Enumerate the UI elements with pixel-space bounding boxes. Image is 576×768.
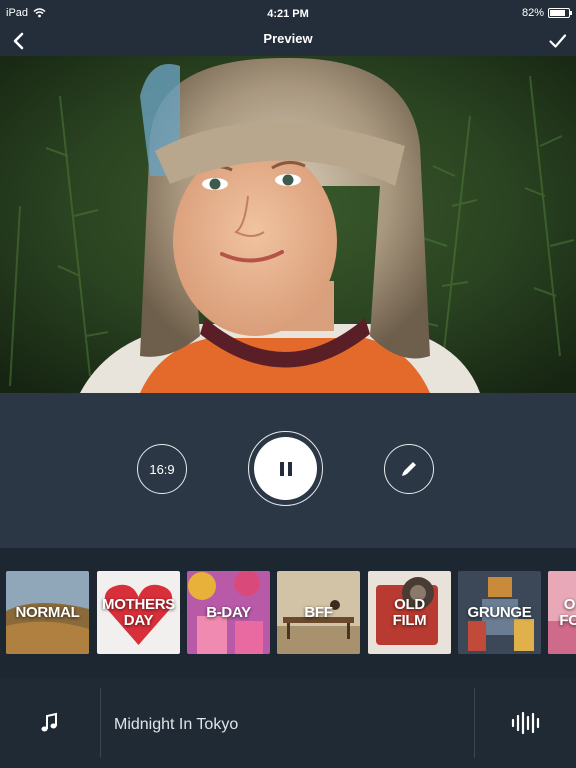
- pause-button-face: [254, 437, 317, 500]
- status-right: 82%: [521, 7, 572, 19]
- theme-old-film[interactable]: OLD FILM: [368, 571, 451, 654]
- nav-bar: Preview: [0, 26, 576, 56]
- video-preview[interactable]: [0, 56, 576, 393]
- theme-label-line: OLD: [394, 595, 425, 613]
- status-time: 4:21 PM: [267, 8, 309, 20]
- checkmark-icon: [549, 34, 567, 48]
- done-button[interactable]: [548, 31, 568, 51]
- theme-label-line: FO: [559, 611, 576, 629]
- music-button[interactable]: [0, 678, 100, 768]
- page-title: Preview: [263, 31, 313, 46]
- theme-label: MOTHERS DAY: [102, 595, 175, 629]
- theme-partial[interactable]: O FO: [548, 571, 576, 654]
- theme-label: BFF: [304, 603, 333, 621]
- track-title[interactable]: Midnight In Tokyo: [114, 716, 238, 734]
- theme-b-day[interactable]: B-DAY: [187, 571, 270, 654]
- theme-strip[interactable]: NORMAL MOTHERS DAY B-DAY BFF OLD FILM GR…: [0, 548, 576, 678]
- theme-bff[interactable]: BFF: [277, 571, 360, 654]
- pause-button[interactable]: [248, 431, 323, 506]
- pencil-icon: [402, 462, 416, 476]
- theme-label: B-DAY: [206, 603, 251, 621]
- music-bar: Midnight In Tokyo: [0, 678, 576, 768]
- aspect-ratio-button[interactable]: 16:9: [137, 444, 187, 494]
- edit-button[interactable]: [384, 444, 434, 494]
- waveform-icon: [511, 711, 539, 735]
- theme-grunge[interactable]: GRUNGE: [458, 571, 541, 654]
- player-controls: 16:9: [0, 393, 576, 548]
- battery-icon: [548, 8, 572, 18]
- theme-label: NORMAL: [15, 603, 80, 621]
- theme-label: OLD FILM: [392, 595, 427, 629]
- theme-label-line: O: [563, 595, 576, 613]
- aspect-ratio-label: 16:9: [149, 461, 175, 477]
- preview-image: [0, 56, 576, 393]
- status-bar: iPad 4:21 PM 82%: [0, 0, 576, 26]
- theme-mothers-day[interactable]: MOTHERS DAY: [97, 571, 180, 654]
- theme-label-line: MOTHERS: [102, 595, 175, 613]
- divider: [100, 688, 101, 758]
- waveform-button[interactable]: [475, 678, 576, 768]
- theme-label: O FO: [559, 595, 576, 629]
- theme-label-line: FILM: [392, 611, 427, 629]
- theme-normal[interactable]: NORMAL: [6, 571, 89, 654]
- theme-label: GRUNGE: [467, 603, 532, 621]
- theme-label-line: DAY: [123, 611, 154, 629]
- battery-percent: 82%: [521, 7, 544, 19]
- music-note-icon: [41, 712, 57, 732]
- battery-fill: [550, 10, 565, 16]
- pause-icon: [279, 461, 292, 476]
